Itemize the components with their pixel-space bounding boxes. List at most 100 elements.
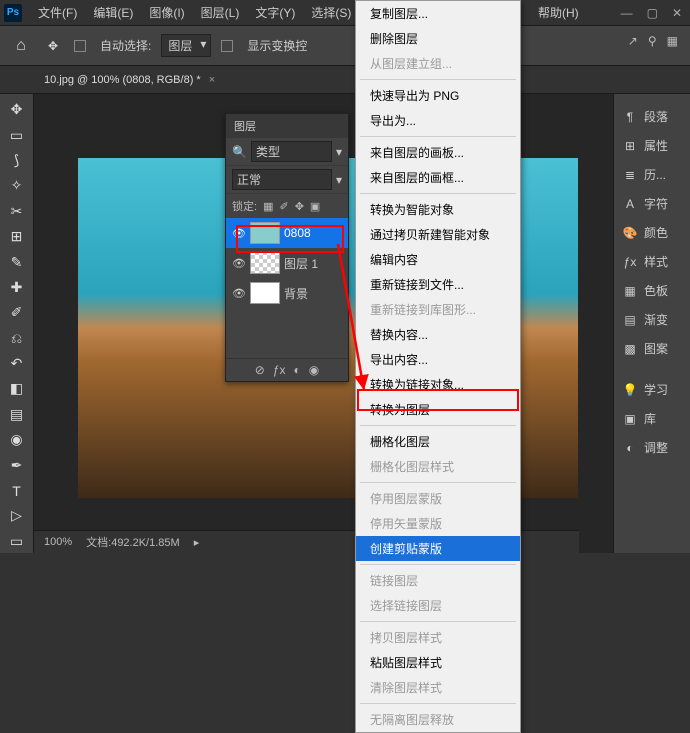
mask-icon[interactable]: ◐ xyxy=(294,363,301,377)
menu-text[interactable]: 文字(Y) xyxy=(247,4,303,21)
layer-type-dropdown[interactable]: 图层 xyxy=(161,34,211,57)
ctx-delete-layer[interactable]: 删除图层 xyxy=(356,26,520,51)
type-tool[interactable]: T xyxy=(3,479,31,502)
tab-style[interactable]: ƒx样式 xyxy=(614,247,690,276)
show-transform-checkbox[interactable] xyxy=(221,39,237,53)
move-tool-icon[interactable]: ✥ xyxy=(42,35,64,57)
tab-swatches[interactable]: ▦色板 xyxy=(614,276,690,305)
layer-context-menu: 复制图层... 删除图层 从图层建立组... 快速导出为 PNG 导出为... … xyxy=(355,0,521,733)
tab-properties[interactable]: ⊞属性 xyxy=(614,131,690,160)
ctx-convert-linked[interactable]: 转换为链接对象... xyxy=(356,372,520,397)
crop-tool[interactable]: ✂ xyxy=(3,200,31,223)
menu-edit[interactable]: 编辑(E) xyxy=(85,4,141,21)
filter-dropdown-icon[interactable]: ▾ xyxy=(336,145,342,159)
marquee-tool[interactable]: ▭ xyxy=(3,123,31,146)
tab-library[interactable]: ▣库 xyxy=(614,404,690,433)
visibility-icon[interactable]: 👁 xyxy=(232,287,246,300)
ctx-export-as[interactable]: 导出为... xyxy=(356,108,520,133)
auto-select-checkbox[interactable] xyxy=(74,39,90,53)
history-brush-tool[interactable]: ↶ xyxy=(3,352,31,375)
ctx-artboard-from-layers[interactable]: 来自图层的画板... xyxy=(356,140,520,165)
lasso-tool[interactable]: ⟆ xyxy=(3,149,31,172)
tab-close-icon[interactable]: × xyxy=(209,74,215,86)
layer-name: 背景 xyxy=(284,285,308,302)
layer-row-1[interactable]: 👁 图层 1 xyxy=(226,248,348,278)
ctx-clear-style: 清除图层样式 xyxy=(356,675,520,700)
ctx-convert-to-layer[interactable]: 转换为图层 xyxy=(356,397,520,422)
ctx-frame-from-layers[interactable]: 来自图层的画框... xyxy=(356,165,520,190)
link-layers-icon[interactable]: ⊘ xyxy=(255,363,265,377)
ctx-group-from-layers: 从图层建立组... xyxy=(356,51,520,76)
menu-help[interactable]: 帮助(H) xyxy=(530,4,587,21)
brush-tool[interactable]: ✐ xyxy=(3,301,31,324)
eyedropper-tool[interactable]: ✎ xyxy=(3,250,31,273)
search-icon[interactable]: ⚲ xyxy=(648,34,657,48)
fx-icon[interactable]: ƒx xyxy=(273,363,286,377)
tab-pattern[interactable]: ▩图案 xyxy=(614,334,690,363)
tab-learn[interactable]: 💡学习 xyxy=(614,375,690,404)
tab-gradient[interactable]: ▤渐变 xyxy=(614,305,690,334)
menu-select[interactable]: 选择(S) xyxy=(303,4,359,21)
ctx-new-smart-copy[interactable]: 通过拷贝新建智能对象 xyxy=(356,222,520,247)
tab-adjustments[interactable]: ◐调整 xyxy=(614,433,690,462)
stamp-tool[interactable]: ⎌ xyxy=(3,327,31,350)
blend-mode-dropdown[interactable]: 正常 xyxy=(232,169,332,190)
ctx-relink-library: 重新链接到库图形... xyxy=(356,297,520,322)
lock-brush-icon[interactable]: ✐ xyxy=(279,200,288,213)
status-expand-icon[interactable]: ▸ xyxy=(194,536,200,549)
ctx-convert-smart[interactable]: 转换为智能对象 xyxy=(356,197,520,222)
ctx-duplicate-layer[interactable]: 复制图层... xyxy=(356,1,520,26)
tab-history[interactable]: ≣历... xyxy=(614,160,690,189)
filter-type-dropdown[interactable]: 类型 xyxy=(251,141,332,162)
tab-paragraph[interactable]: ¶段落 xyxy=(614,102,690,131)
eraser-tool[interactable]: ◧ xyxy=(3,377,31,400)
move-tool[interactable]: ✥ xyxy=(3,98,31,121)
visibility-icon[interactable]: 👁 xyxy=(232,257,246,270)
wand-tool[interactable]: ✧ xyxy=(3,174,31,197)
blur-tool[interactable]: ◉ xyxy=(3,428,31,451)
ctx-export-contents[interactable]: 导出内容... xyxy=(356,347,520,372)
right-panel-tabs: ¶段落 ⊞属性 ≣历... A字符 🎨颜色 ƒx样式 ▦色板 ▤渐变 ▩图案 💡… xyxy=(613,94,690,553)
ctx-replace-contents[interactable]: 替换内容... xyxy=(356,322,520,347)
doc-size: 文档:492.2K/1.85M xyxy=(86,534,180,550)
visibility-icon[interactable]: 👁 xyxy=(232,227,246,240)
shape-tool[interactable]: ▭ xyxy=(3,530,31,553)
lock-artboard-icon[interactable]: ▣ xyxy=(310,200,320,213)
ctx-paste-style[interactable]: 粘贴图层样式 xyxy=(356,650,520,675)
ctx-link-layers: 链接图层 xyxy=(356,568,520,593)
menu-file[interactable]: 文件(F) xyxy=(30,4,85,21)
layer-row-0808[interactable]: 👁 0808 xyxy=(226,218,348,248)
menu-layer[interactable]: 图层(L) xyxy=(193,4,248,21)
filter-icon[interactable]: 🔍 xyxy=(232,145,247,159)
layer-row-bg[interactable]: 👁 背景 xyxy=(226,278,348,308)
blend-dropdown-icon[interactable]: ▾ xyxy=(336,173,342,187)
layers-panel: 图层 🔍 类型 ▾ 正常 ▾ 锁定: ▦ ✐ ✥ ▣ 👁 0808 👁 图层 1… xyxy=(225,113,349,382)
adjustment-icon[interactable]: ◉ xyxy=(309,363,319,377)
close-icon[interactable]: ✕ xyxy=(672,6,682,20)
lock-position-icon[interactable]: ✥ xyxy=(295,200,304,213)
ctx-create-clipping-mask[interactable]: 创建剪贴蒙版 xyxy=(356,536,520,561)
gradient-tool[interactable]: ▤ xyxy=(3,403,31,426)
frame-tool[interactable]: ⊞ xyxy=(3,225,31,248)
minimize-icon[interactable]: — xyxy=(621,6,633,20)
zoom-level[interactable]: 100% xyxy=(44,536,72,548)
tab-char[interactable]: A字符 xyxy=(614,189,690,218)
workspace-icon[interactable]: ▦ xyxy=(667,34,678,48)
lock-pixels-icon[interactable]: ▦ xyxy=(263,200,273,213)
tab-color[interactable]: 🎨颜色 xyxy=(614,218,690,247)
file-tab[interactable]: 10.jpg @ 100% (0808, RGB/8) * × xyxy=(36,70,223,90)
heal-tool[interactable]: ✚ xyxy=(3,276,31,299)
pen-tool[interactable]: ✒ xyxy=(3,453,31,476)
menu-image[interactable]: 图像(I) xyxy=(141,4,192,21)
ctx-quick-export-png[interactable]: 快速导出为 PNG xyxy=(356,83,520,108)
home-icon[interactable]: ⌂ xyxy=(10,35,32,57)
tool-palette: ✥ ▭ ⟆ ✧ ✂ ⊞ ✎ ✚ ✐ ⎌ ↶ ◧ ▤ ◉ ✒ T ▷ ▭ xyxy=(0,94,34,553)
ctx-relink-file[interactable]: 重新链接到文件... xyxy=(356,272,520,297)
maximize-icon[interactable]: ▢ xyxy=(647,6,658,20)
ctx-edit-contents[interactable]: 编辑内容 xyxy=(356,247,520,272)
ctx-rasterize-layer[interactable]: 栅格化图层 xyxy=(356,429,520,454)
file-tab-label: 10.jpg @ 100% (0808, RGB/8) * xyxy=(44,74,201,86)
path-tool[interactable]: ▷ xyxy=(3,504,31,527)
share-icon[interactable]: ↗ xyxy=(628,34,638,48)
layer-name: 图层 1 xyxy=(284,255,318,272)
